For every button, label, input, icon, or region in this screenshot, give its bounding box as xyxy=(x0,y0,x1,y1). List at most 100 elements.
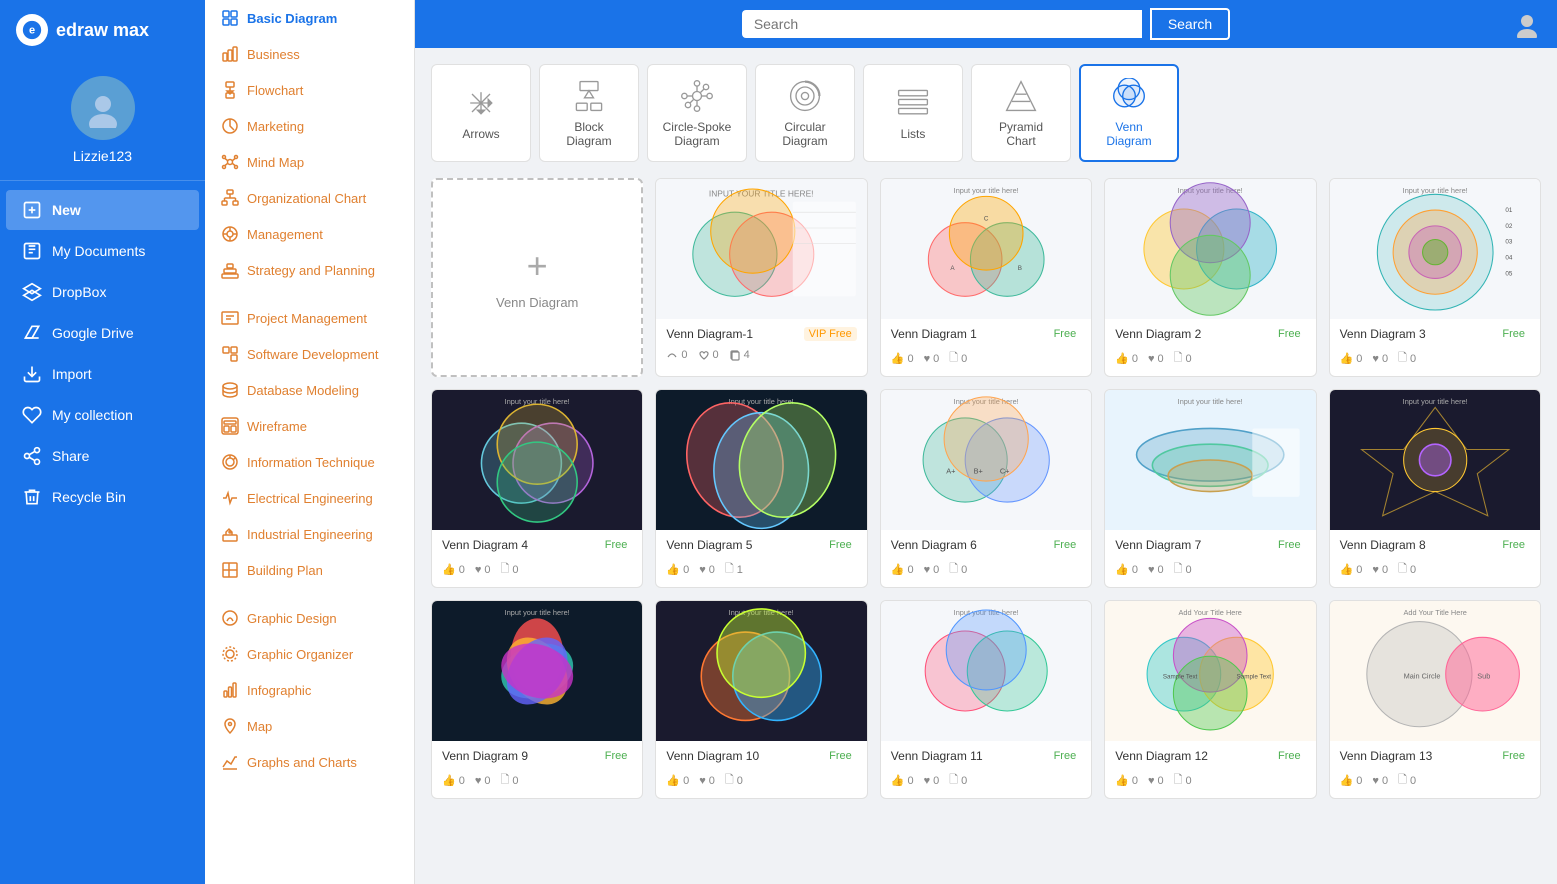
cat-database[interactable]: Database Modeling xyxy=(205,372,414,408)
svg-text:Sub: Sub xyxy=(1477,671,1490,680)
template-stats-3: 👍 0 ♥ 0 🗋 0 xyxy=(1105,345,1315,376)
template-thumb-3: Input your title here! xyxy=(1105,179,1315,319)
template-thumb-12: Input your title here! xyxy=(881,601,1091,741)
template-card-6[interactable]: Input your title here! Venn Diagram 5 Fr… xyxy=(655,389,867,588)
svg-text:02: 02 xyxy=(1505,223,1513,230)
cat-software-dev[interactable]: Software Development xyxy=(205,336,414,372)
cat-basic-diagram[interactable]: Basic Diagram xyxy=(205,0,414,36)
template-card-13[interactable]: Add Your Title Here Sample Text Sample T… xyxy=(1104,600,1316,799)
type-circle-spoke[interactable]: Circle-Spoke Diagram xyxy=(647,64,747,162)
template-card-11[interactable]: Input your title here! Venn Diagram 10 F… xyxy=(655,600,867,799)
template-card-10[interactable]: Input your title here! Venn Diagram 9 Fr… xyxy=(431,600,643,799)
type-pyramid-chart[interactable]: Pyramid Chart xyxy=(971,64,1071,162)
templates-grid: + Venn Diagram INPUT YOUR TITLE HERE! xyxy=(431,178,1541,799)
svg-text:Sample Text: Sample Text xyxy=(1163,673,1198,680)
sidebar-item-import[interactable]: Import xyxy=(6,354,199,394)
cat-org-chart[interactable]: Organizational Chart xyxy=(205,180,414,216)
username: Lizzie123 xyxy=(73,148,132,164)
cat-flowchart[interactable]: Flowchart xyxy=(205,72,414,108)
cat-project-management[interactable]: Project Management xyxy=(205,300,414,336)
svg-text:Input your title here!: Input your title here! xyxy=(953,186,1018,195)
template-thumb-6: Input your title here! xyxy=(656,390,866,530)
type-venn-diagram[interactable]: Venn Diagram xyxy=(1079,64,1179,162)
template-card-9[interactable]: Input your title here! Venn Diagram 8 Fr… xyxy=(1329,389,1541,588)
type-icons-row: Arrows Block Diagram xyxy=(431,64,1541,162)
template-stats-13: 👍 0 ♥ 0 🗋 0 xyxy=(1105,767,1315,798)
template-thumb-14: Add Your Title Here Main Circle Sub xyxy=(1330,601,1540,741)
avatar xyxy=(71,76,135,140)
svg-text:03: 03 xyxy=(1505,239,1513,246)
content-area: Arrows Block Diagram xyxy=(415,48,1557,884)
template-info-1: Venn Diagram-1 VIP Free xyxy=(656,319,866,345)
svg-text:Main Circle: Main Circle xyxy=(1403,671,1440,680)
cat-map[interactable]: Map xyxy=(205,708,414,744)
main-content: Search Arrows xyxy=(415,0,1557,884)
cat-management[interactable]: Management xyxy=(205,216,414,252)
svg-text:B+: B+ xyxy=(973,467,982,476)
template-stats-14: 👍 0 ♥ 0 🗋 0 xyxy=(1330,767,1540,798)
template-card-3[interactable]: Input your title here! Venn Diagram 2 Fr… xyxy=(1104,178,1316,377)
template-thumb-4: Input your title here! 01 02 03 04 05 xyxy=(1330,179,1540,319)
template-card-2[interactable]: Input your title here! A B C Venn Diagra… xyxy=(880,178,1092,377)
template-thumb-10: Input your title here! xyxy=(432,601,642,741)
cat-wireframe[interactable]: Wireframe xyxy=(205,408,414,444)
sidebar-item-new[interactable]: New xyxy=(6,190,199,230)
template-card-8[interactable]: Input your title here! Venn Diagram 7 Fr… xyxy=(1104,389,1316,588)
sidebar-item-dropbox[interactable]: DropBox xyxy=(6,272,199,312)
topbar-user-icon xyxy=(1513,10,1541,43)
template-card-4[interactable]: Input your title here! 01 02 03 04 05 xyxy=(1329,178,1541,377)
template-thumb-11: Input your title here! xyxy=(656,601,866,741)
cat-info-tech[interactable]: Information Technique xyxy=(205,444,414,480)
type-arrows[interactable]: Arrows xyxy=(431,64,531,162)
template-info-11: Venn Diagram 10 Free xyxy=(656,741,866,767)
cat-electrical[interactable]: Electrical Engineering xyxy=(205,480,414,516)
cat-strategy[interactable]: Strategy and Planning xyxy=(205,252,414,288)
template-info-8: Venn Diagram 7 Free xyxy=(1105,530,1315,556)
cat-building-plan[interactable]: Building Plan xyxy=(205,552,414,588)
type-lists[interactable]: Lists xyxy=(863,64,963,162)
template-card-1[interactable]: INPUT YOUR TITLE HERE! Venn Diagram-1 VI… xyxy=(655,178,867,377)
brand-logo: e xyxy=(16,14,48,46)
template-info-5: Venn Diagram 4 Free xyxy=(432,530,642,556)
svg-text:Add Your Title Here: Add Your Title Here xyxy=(1179,608,1242,617)
cat-graphic-organizer[interactable]: Graphic Organizer xyxy=(205,636,414,672)
template-info-10: Venn Diagram 9 Free xyxy=(432,741,642,767)
svg-text:Input your title here!: Input your title here! xyxy=(1402,397,1467,406)
template-card-14[interactable]: Add Your Title Here Main Circle Sub Venn… xyxy=(1329,600,1541,799)
new-template-card[interactable]: + Venn Diagram xyxy=(431,178,643,377)
search-button[interactable]: Search xyxy=(1150,8,1230,40)
template-info-14: Venn Diagram 13 Free xyxy=(1330,741,1540,767)
svg-text:A+: A+ xyxy=(946,467,955,476)
type-circular-diagram[interactable]: Circular Diagram xyxy=(755,64,855,162)
template-stats-7: 👍 0 ♥ 0 🗋 0 xyxy=(881,556,1091,587)
cat-industrial[interactable]: Industrial Engineering xyxy=(205,516,414,552)
template-info-4: Venn Diagram 3 Free xyxy=(1330,319,1540,345)
template-card-5[interactable]: Input your title here! Venn Diagram 4 Fr… xyxy=(431,389,643,588)
topbar: Search xyxy=(415,0,1557,48)
sidebar-nav: New My Documents DropBox Google Drive Im… xyxy=(0,181,205,526)
cat-graphic-design[interactable]: Graphic Design xyxy=(205,600,414,636)
sidebar-item-my-documents[interactable]: My Documents xyxy=(6,231,199,271)
sidebar-item-recycle-bin[interactable]: Recycle Bin xyxy=(6,477,199,517)
sidebar-item-share[interactable]: Share xyxy=(6,436,199,476)
template-info-2: Venn Diagram 1 Free xyxy=(881,319,1091,345)
template-card-12[interactable]: Input your title here! Venn Diagram 11 F… xyxy=(880,600,1092,799)
template-info-3: Venn Diagram 2 Free xyxy=(1105,319,1315,345)
sidebar-item-google-drive[interactable]: Google Drive xyxy=(6,313,199,353)
template-card-7[interactable]: Input your title here! A+ B+ C+ Venn Dia… xyxy=(880,389,1092,588)
cat-business[interactable]: Business xyxy=(205,36,414,72)
cat-marketing[interactable]: Marketing xyxy=(205,108,414,144)
type-block-diagram[interactable]: Block Diagram xyxy=(539,64,639,162)
cat-infographic[interactable]: Infographic xyxy=(205,672,414,708)
cat-mind-map[interactable]: Mind Map xyxy=(205,144,414,180)
svg-text:Input your title here!: Input your title here! xyxy=(505,608,570,617)
cat-graphs-charts[interactable]: Graphs and Charts xyxy=(205,744,414,780)
search-input[interactable] xyxy=(742,10,1142,38)
template-stats-1: 0 0 4 xyxy=(656,345,866,369)
sidebar-item-my-collection[interactable]: My collection xyxy=(6,395,199,435)
template-thumb-9: Input your title here! xyxy=(1330,390,1540,530)
template-info-7: Venn Diagram 6 Free xyxy=(881,530,1091,556)
template-stats-4: 👍 0 ♥ 0 🗋 0 xyxy=(1330,345,1540,376)
template-stats-10: 👍 0 ♥ 0 🗋 0 xyxy=(432,767,642,798)
svg-text:B: B xyxy=(1018,265,1022,272)
